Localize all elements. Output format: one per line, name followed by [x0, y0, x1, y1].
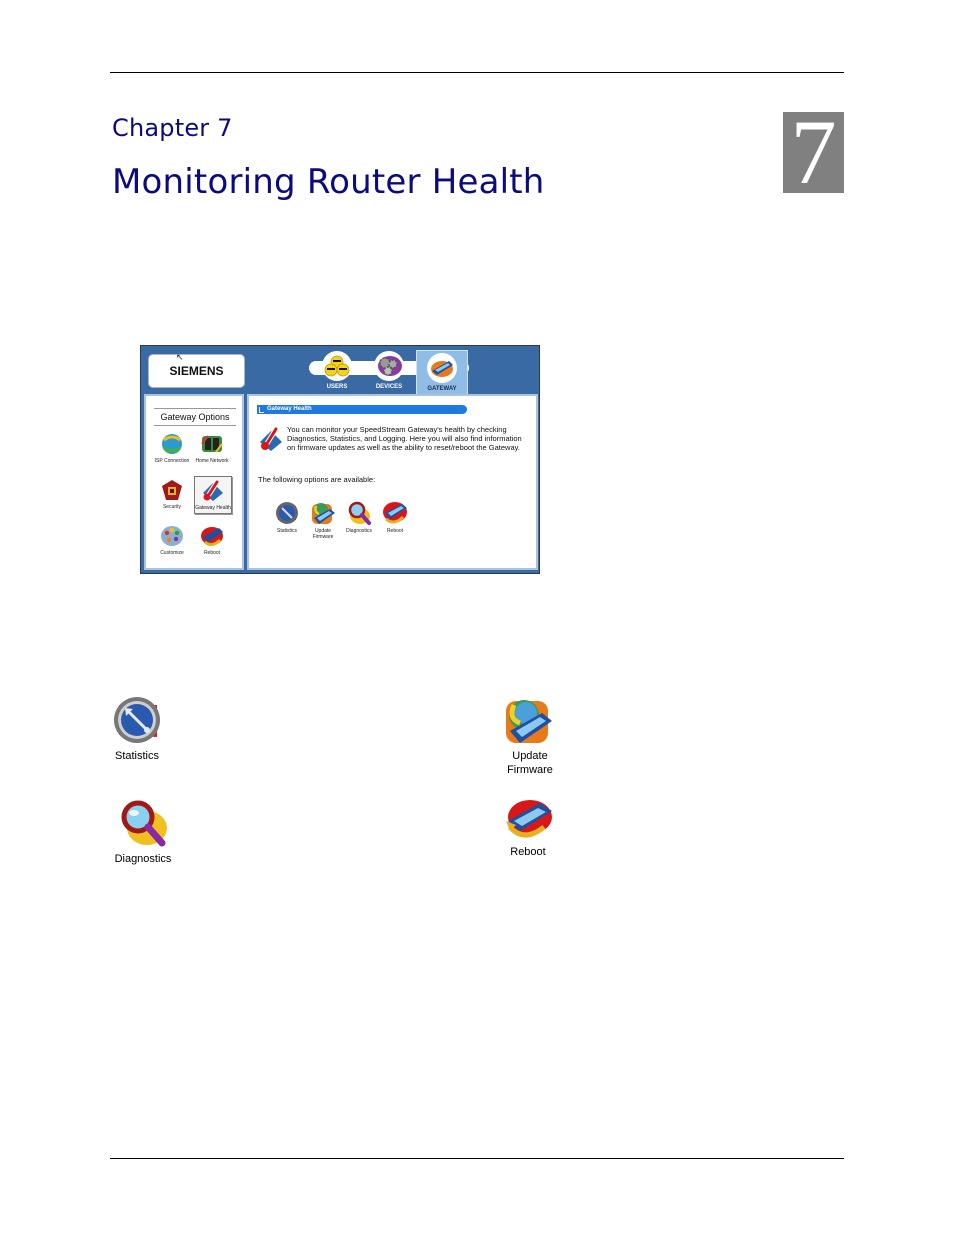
option-label: Diagnostics	[114, 853, 172, 865]
nav-tab-label: USERS	[326, 384, 348, 390]
footer-rule	[110, 1158, 844, 1159]
gateway-health-panel: Gateway Health You can monitor your Spee…	[247, 394, 538, 570]
chapter-number-box: 7	[783, 112, 844, 193]
gateway-health-header-label: Gateway Health	[267, 406, 312, 412]
chapter-label: Chapter 7	[112, 114, 233, 142]
panel-option-update-firmware[interactable]: Update Firmware	[305, 500, 341, 540]
devices-gears-icon	[374, 351, 404, 381]
header-rule	[110, 72, 844, 73]
option-label: ISP Connection	[154, 458, 190, 464]
home-network-icon	[200, 432, 224, 456]
option-label: Gateway Health	[195, 505, 231, 511]
reboot-icon	[502, 797, 554, 843]
gateway-health-header: Gateway Health	[257, 405, 467, 414]
option-label: Statistics	[276, 528, 297, 534]
option-reboot: Reboot	[500, 797, 556, 859]
option-gateway-health[interactable]: Gateway Health	[194, 476, 232, 514]
option-label: Statistics	[114, 750, 159, 762]
option-label: Reboot	[203, 550, 221, 556]
gateway-icon	[427, 353, 457, 383]
gateway-health-description: You can monitor your SpeedStream Gateway…	[287, 425, 522, 452]
nav-tab-label: GATEWAY	[427, 386, 457, 392]
option-isp-connection[interactable]: ISP Connection	[154, 432, 190, 464]
option-home-network[interactable]: Home Network	[194, 432, 230, 464]
mouse-cursor-icon: ↖	[176, 352, 184, 362]
update-firmware-icon	[310, 500, 336, 526]
option-label: Update Firmware	[507, 750, 553, 776]
option-diagnostics: Diagnostics	[111, 798, 175, 866]
option-label: Reboot	[386, 528, 404, 534]
customize-palette-icon	[160, 524, 184, 548]
users-icon	[322, 351, 352, 381]
option-label: Security	[162, 504, 182, 510]
option-label: Customize	[160, 550, 184, 556]
isp-connection-icon	[160, 432, 184, 456]
siemens-logo: SIEMENS	[148, 354, 245, 388]
diagnostics-magnifier-icon	[346, 500, 372, 526]
option-label: Reboot	[510, 846, 546, 858]
bar-chart-icon	[259, 407, 264, 413]
option-customize[interactable]: Customize	[154, 524, 190, 556]
nav-tab-users[interactable]: USERS	[317, 351, 357, 390]
gateway-options-panel: Gateway Options ISP Connection Home Netw…	[144, 394, 244, 570]
update-firmware-icon	[502, 695, 554, 747]
statistics-gauge-icon	[274, 500, 300, 526]
available-options-label: The following options are available:	[258, 475, 376, 484]
nav-tab-label: DEVICES	[375, 384, 403, 390]
diagnostics-magnifier-icon	[117, 798, 169, 850]
security-icon	[160, 478, 184, 502]
nav-tab-devices[interactable]: DEVICES	[369, 351, 409, 390]
option-label: Update Firmware	[312, 528, 334, 540]
router-ui-screenshot: SIEMENS ↖ USERS DEVICES GATEWAY Gateway …	[140, 345, 540, 574]
chapter-title: Monitoring Router Health	[112, 162, 545, 202]
gateway-health-icon	[201, 479, 225, 503]
option-security[interactable]: Security	[154, 478, 190, 510]
option-update-firmware: Update Firmware	[500, 695, 556, 777]
option-label: Home Network	[195, 458, 229, 464]
gateway-options-title: Gateway Options	[154, 408, 236, 426]
statistics-gauge-icon	[111, 695, 163, 747]
gateway-health-icon	[259, 426, 283, 452]
option-reboot[interactable]: Reboot	[194, 524, 230, 556]
reboot-icon	[382, 500, 408, 526]
panel-option-statistics[interactable]: Statistics	[269, 500, 305, 534]
option-statistics: Statistics	[109, 695, 165, 763]
panel-option-reboot[interactable]: Reboot	[377, 500, 413, 534]
option-label: Diagnostics	[346, 528, 372, 534]
nav-tab-gateway[interactable]: GATEWAY	[416, 350, 468, 396]
reboot-icon	[200, 524, 224, 548]
panel-option-diagnostics[interactable]: Diagnostics	[341, 500, 377, 534]
